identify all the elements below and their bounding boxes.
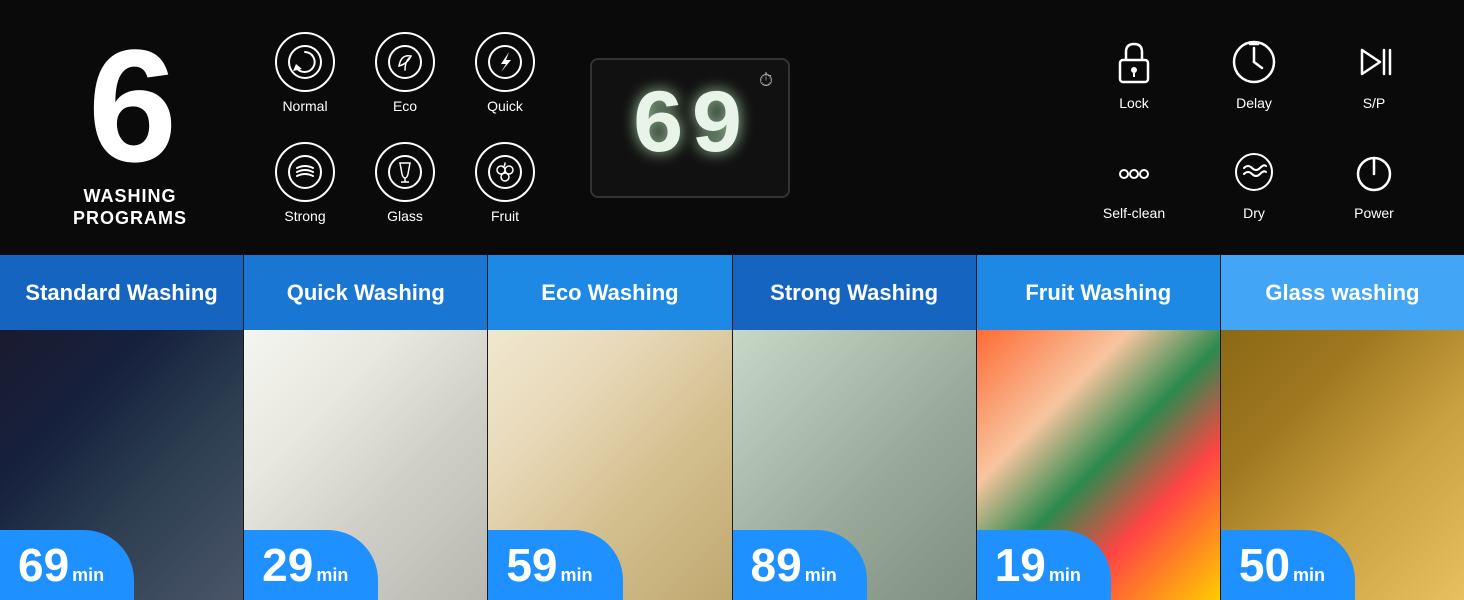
timer-number-quick: 29 [262,542,313,588]
control-delay[interactable]: Delay [1194,18,1314,128]
program-strong[interactable]: Strong [260,128,350,238]
lock-label: Lock [1119,95,1149,111]
timer-unit-standard: min [72,565,104,586]
sp-label: S/P [1363,95,1386,111]
fruit-icon [475,142,535,202]
lock-icon [1107,34,1162,89]
quick-label: Quick [487,98,523,114]
wash-column-fruit: Fruit Washing 19 min [977,255,1221,600]
normal-icon [275,32,335,92]
fruit-label: Fruit [491,208,519,224]
wash-header-quick: Quick Washing [244,255,487,330]
bottom-panel: Standard Washing 69 min Quick Washing 29… [0,255,1464,600]
control-sp[interactable]: S/P [1314,18,1434,128]
program-eco[interactable]: Eco [360,18,450,128]
washing-programs-label: WASHING PROGRAMS [73,186,187,229]
wash-timer-quick: 29 min [244,530,378,600]
timer-unit-eco: min [561,565,593,586]
power-icon [1347,144,1402,199]
timer-number-glass: 50 [1239,542,1290,588]
wash-header-eco: Eco Washing [488,255,731,330]
wash-column-glass: Glass washing 50 min [1221,255,1464,600]
program-fruit[interactable]: Fruit [460,128,550,238]
eco-icon [375,32,435,92]
timer-number-strong: 89 [751,542,802,588]
control-power[interactable]: Power [1314,128,1434,238]
timer-number-fruit: 19 [995,542,1046,588]
wash-column-quick: Quick Washing 29 min [244,255,488,600]
power-label: Power [1354,205,1394,221]
eco-label: Eco [393,98,417,114]
dry-label: Dry [1243,205,1265,221]
wash-image-eco: 59 min [488,330,731,600]
program-normal[interactable]: Normal [260,18,350,128]
display-number: 69 [631,77,749,179]
wash-image-fruit: 19 min [977,330,1220,600]
sp-icon [1347,34,1402,89]
wash-timer-eco: 59 min [488,530,622,600]
display-panel: ⏱ 69 [590,58,790,198]
timer-unit-strong: min [805,565,837,586]
wash-image-standard: 69 min [0,330,243,600]
glass-label: Glass [387,208,423,224]
timer-unit-glass: min [1293,565,1325,586]
wash-timer-standard: 69 min [0,530,134,600]
delay-icon [1227,34,1282,89]
wash-image-quick: 29 min [244,330,487,600]
strong-label: Strong [284,208,325,224]
selfclean-label: Self-clean [1103,205,1165,221]
quick-icon [475,32,535,92]
wash-image-strong: 89 min [733,330,976,600]
dry-icon [1227,144,1282,199]
wash-timer-strong: 89 min [733,530,867,600]
control-lock[interactable]: Lock [1074,18,1194,128]
timer-unit-quick: min [316,565,348,586]
number-section: 6 WASHING PROGRAMS [30,26,250,229]
timer-number-standard: 69 [18,542,69,588]
delay-label: Delay [1236,95,1272,111]
big-six: 6 [88,26,172,186]
wash-timer-fruit: 19 min [977,530,1111,600]
wash-header-standard: Standard Washing [0,255,243,330]
normal-label: Normal [282,98,327,114]
top-panel: 6 WASHING PROGRAMS Normal [0,0,1464,255]
glass-icon [375,142,435,202]
program-quick[interactable]: Quick [460,18,550,128]
controls-section: Lock Delay S/P [1074,18,1434,238]
control-dry[interactable]: Dry [1194,128,1314,238]
timer-number-eco: 59 [506,542,557,588]
wash-header-glass: Glass washing [1221,255,1464,330]
control-selfclean[interactable]: Self-clean [1074,128,1194,238]
wash-column-standard: Standard Washing 69 min [0,255,244,600]
wash-column-strong: Strong Washing 89 min [733,255,977,600]
selfclean-icon [1107,144,1162,199]
strong-icon [275,142,335,202]
wash-header-strong: Strong Washing [733,255,976,330]
programs-section: Normal Eco Quick [260,18,550,238]
wash-header-fruit: Fruit Washing [977,255,1220,330]
timer-unit-fruit: min [1049,565,1081,586]
program-glass[interactable]: Glass [360,128,450,238]
wash-column-eco: Eco Washing 59 min [488,255,732,600]
clock-icon: ⏱ [759,70,773,91]
wash-timer-glass: 50 min [1221,530,1355,600]
wash-image-glass: 50 min [1221,330,1464,600]
